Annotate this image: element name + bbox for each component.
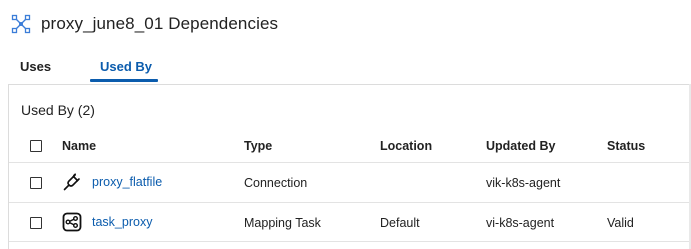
tab-used-by[interactable]: Used By — [100, 59, 152, 74]
table-row: proxy_flatfile Connection vik-k8s-agent — [9, 163, 691, 203]
column-header-type[interactable]: Type — [244, 139, 272, 153]
column-header-status[interactable]: Status — [607, 139, 645, 153]
object-link[interactable]: task_proxy — [92, 215, 152, 229]
section-title: Used By (2) — [21, 102, 95, 118]
location-cell: Default — [380, 216, 420, 230]
object-link[interactable]: proxy_flatfile — [92, 175, 162, 189]
tab-uses[interactable]: Uses — [20, 59, 51, 74]
page-title: proxy_june8_01 Dependencies — [41, 14, 279, 33]
status-cell: Valid — [607, 216, 634, 230]
connection-plug-icon — [62, 172, 82, 192]
column-header-name[interactable]: Name — [62, 139, 96, 153]
column-header-updated-by[interactable]: Updated By — [486, 139, 555, 153]
updated-by-cell: vik-k8s-agent — [486, 176, 561, 190]
name-cell: proxy_flatfile — [62, 172, 162, 192]
page-header: proxy_june8_01 Dependencies — [10, 11, 278, 37]
table-header-row: Name Type Location Updated By Status — [9, 129, 691, 163]
column-header-location[interactable]: Location — [380, 139, 432, 153]
tab-bar: Uses Used By — [0, 52, 691, 83]
active-tab-indicator — [90, 79, 158, 82]
name-cell: task_proxy — [62, 212, 152, 232]
row-checkbox[interactable] — [30, 177, 42, 189]
type-cell: Connection — [244, 176, 308, 190]
used-by-panel: Used By (2) Name Type Location Updated B… — [8, 84, 691, 249]
type-cell: Mapping Task — [244, 216, 321, 230]
mapping-task-icon — [62, 212, 82, 232]
table-row: task_proxy Mapping Task Default vi-k8s-a… — [9, 203, 691, 242]
row-checkbox[interactable] — [30, 217, 42, 229]
select-all-checkbox[interactable] — [30, 140, 42, 152]
updated-by-cell: vi-k8s-agent — [486, 216, 555, 230]
dependencies-icon — [10, 13, 32, 35]
